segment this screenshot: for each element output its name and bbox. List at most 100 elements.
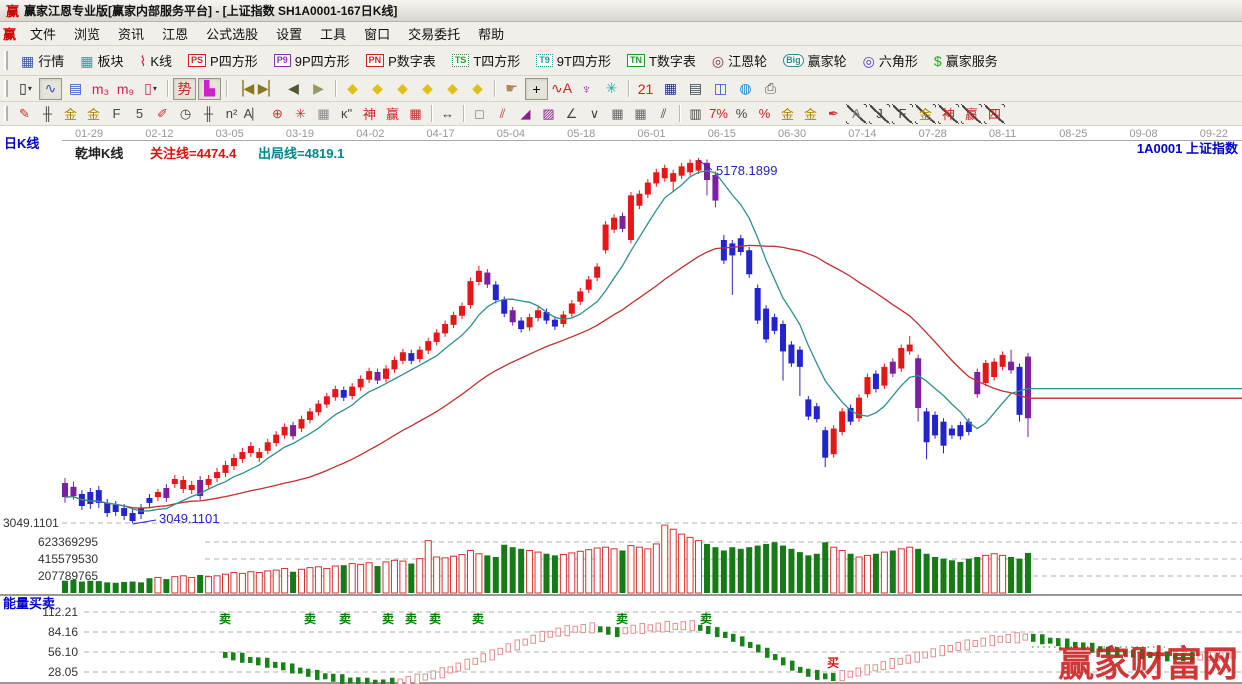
grid-lines-button[interactable]: ╫ [37, 104, 58, 124]
toolbutton-T数字表[interactable]: TNT数字表 [619, 49, 704, 72]
k-mark-button[interactable]: ĸ" [336, 104, 357, 124]
toolbutton-六角形[interactable]: ◎六角形 [855, 49, 926, 72]
toolbar-grip[interactable] [4, 51, 8, 70]
qiankun-kline-button[interactable]: ∿ [39, 78, 62, 100]
time-cycle-button[interactable]: ◷ [175, 104, 196, 124]
next-bar-button[interactable]: ▶ [307, 78, 330, 100]
toolbutton-9P四方形[interactable]: P99P四方形 [266, 49, 358, 72]
first-page-button[interactable]: ▕◀ [232, 78, 255, 100]
percent-line-button[interactable]: % [754, 104, 775, 124]
menu-item-工具[interactable]: 工具 [311, 21, 355, 46]
si-angle-button[interactable]: 四 [984, 104, 1005, 124]
calculator-button[interactable]: ▦ [659, 78, 682, 100]
gann-shape-button[interactable]: ♆ [575, 78, 598, 100]
save-button[interactable]: ◫ [709, 78, 732, 100]
expand-horizontal-button[interactable]: ◆ [391, 78, 414, 100]
toolbutton-江恩轮[interactable]: ◎江恩轮 [704, 49, 775, 72]
shen-tool-button[interactable]: 神 [359, 104, 380, 124]
mark-zigzag-button[interactable]: ∿A [550, 78, 573, 100]
calendar-button[interactable]: 21 [634, 78, 657, 100]
menu-item-资讯[interactable]: 资讯 [109, 21, 153, 46]
colored-histogram-button[interactable]: ▙ [198, 78, 221, 100]
kline-style-button[interactable]: ▯▾ [14, 78, 37, 100]
toolbutton-P数字表[interactable]: PNP数字表 [358, 49, 444, 72]
gann-fan-button[interactable]: ◢ [515, 104, 536, 124]
gold-circle-button[interactable]: 金 [777, 104, 798, 124]
gold-grid-1-button[interactable]: 金 [60, 104, 81, 124]
pen-button[interactable]: ✎ [14, 104, 35, 124]
compress-horizontal-button[interactable]: ◆ [416, 78, 439, 100]
shrink-left-button[interactable]: ◆ [341, 78, 364, 100]
toolbar-grip[interactable] [4, 80, 8, 96]
grid-a-button[interactable]: ▦ [607, 104, 628, 124]
menu-item-交易委托[interactable]: 交易委托 [399, 21, 469, 46]
angle-lines-button[interactable]: ∠ [561, 104, 582, 124]
ruler-grid-button[interactable]: ▦ [405, 104, 426, 124]
prev-bar-button[interactable]: ◀ [282, 78, 305, 100]
menu-item-浏览[interactable]: 浏览 [65, 21, 109, 46]
gold-grid-2-button[interactable]: 金 [83, 104, 104, 124]
gold-angle-button[interactable]: 金 [915, 104, 936, 124]
wave-3-button[interactable]: m₃ [89, 78, 112, 100]
hash-button[interactable]: ╫ [198, 104, 219, 124]
notes-button[interactable]: ▤ [684, 78, 707, 100]
ray-fan-button[interactable]: ⫽ [492, 104, 513, 124]
five-grid-button[interactable]: 5 [129, 104, 150, 124]
menu-item-窗口[interactable]: 窗口 [355, 21, 399, 46]
menu-item-帮助[interactable]: 帮助 [469, 21, 513, 46]
ink-pen-button[interactable]: ✒ [823, 104, 844, 124]
compress-all-button[interactable]: ◆ [466, 78, 489, 100]
f-grid-button[interactable]: F [106, 104, 127, 124]
menu-item-江恩[interactable]: 江恩 [153, 21, 197, 46]
a-line-button[interactable]: A⎸ [244, 104, 265, 124]
toolbar-grip[interactable] [4, 106, 8, 121]
scale-bars-button[interactable]: ▥ [685, 104, 706, 124]
zigzag-v-button[interactable]: ∨ [584, 104, 605, 124]
print-button[interactable]: ⎙ [759, 78, 782, 100]
h-span-button[interactable]: ↔ [437, 104, 458, 124]
toolbutton-9T四方形[interactable]: T99T四方形 [528, 49, 619, 72]
toolbutton-赢家轮[interactable]: Big赢家轮 [775, 49, 855, 72]
single-candle-button[interactable]: ▯▾ [139, 78, 162, 100]
parallel-lines-button[interactable]: ⫽ [653, 104, 674, 124]
square-grid-button[interactable]: ▦ [313, 104, 334, 124]
smart-brain-button[interactable]: ✳ [600, 78, 623, 100]
star-grid-button[interactable]: ✳ [290, 104, 311, 124]
info-panel-button[interactable]: ▤ [64, 78, 87, 100]
ying-angle-button[interactable]: 赢 [961, 104, 982, 124]
menu-item-公式选股[interactable]: 公式选股 [197, 21, 267, 46]
chart-canvas[interactable]: 01-2902-1203-0503-1904-0204-1705-0405-18… [0, 126, 1242, 684]
box-tool-button[interactable]: ◻ [469, 104, 490, 124]
shrink-right-button[interactable]: ◆ [366, 78, 389, 100]
toolbutton-行情[interactable]: ▦行情 [13, 49, 72, 72]
grid-b-button[interactable]: ▦ [630, 104, 651, 124]
f-angle-button[interactable]: F [892, 104, 913, 124]
hand-drag-button[interactable]: ☛ [500, 78, 523, 100]
a-percent-button[interactable]: A [846, 104, 867, 124]
menu-item-文件[interactable]: 文件 [21, 21, 65, 46]
menu-item-设置[interactable]: 设置 [267, 21, 311, 46]
duokong-button[interactable]: 势 [173, 78, 196, 100]
crosshair-button[interactable]: + [525, 78, 548, 100]
title-bar[interactable]: 赢 赢家江恩专业版[赢家内部服务平台] - [上证指数 SH1A0001-167… [0, 0, 1242, 22]
ying-tool-button[interactable]: 赢 [382, 104, 403, 124]
date-label: 01-29 [75, 128, 103, 140]
seven-percent-button[interactable]: 7% [708, 104, 729, 124]
shen-angle-button[interactable]: 神 [938, 104, 959, 124]
toolbutton-K线[interactable]: ⌇K线 [132, 49, 181, 72]
expand-all-button[interactable]: ◆ [441, 78, 464, 100]
wave-9-button[interactable]: m₉ [114, 78, 137, 100]
j-angle-button[interactable]: J [869, 104, 890, 124]
toolbutton-赢家服务[interactable]: $赢家服务 [926, 49, 1006, 72]
gann-compass-button[interactable]: ⊕ [267, 104, 288, 124]
toolbutton-板块[interactable]: ▦板块 [72, 49, 131, 72]
pen-2-button[interactable]: ✐ [152, 104, 173, 124]
box-fan-button[interactable]: ▨ [538, 104, 559, 124]
n-square-button[interactable]: n² [221, 104, 242, 124]
last-page-button[interactable]: ▶▏ [257, 78, 280, 100]
percent-button[interactable]: % [731, 104, 752, 124]
web-export-button[interactable]: ◍ [734, 78, 757, 100]
gold-line-button[interactable]: 金 [800, 104, 821, 124]
toolbutton-P四方形[interactable]: PSP四方形 [180, 49, 266, 72]
toolbutton-T四方形[interactable]: TST四方形 [444, 49, 528, 72]
